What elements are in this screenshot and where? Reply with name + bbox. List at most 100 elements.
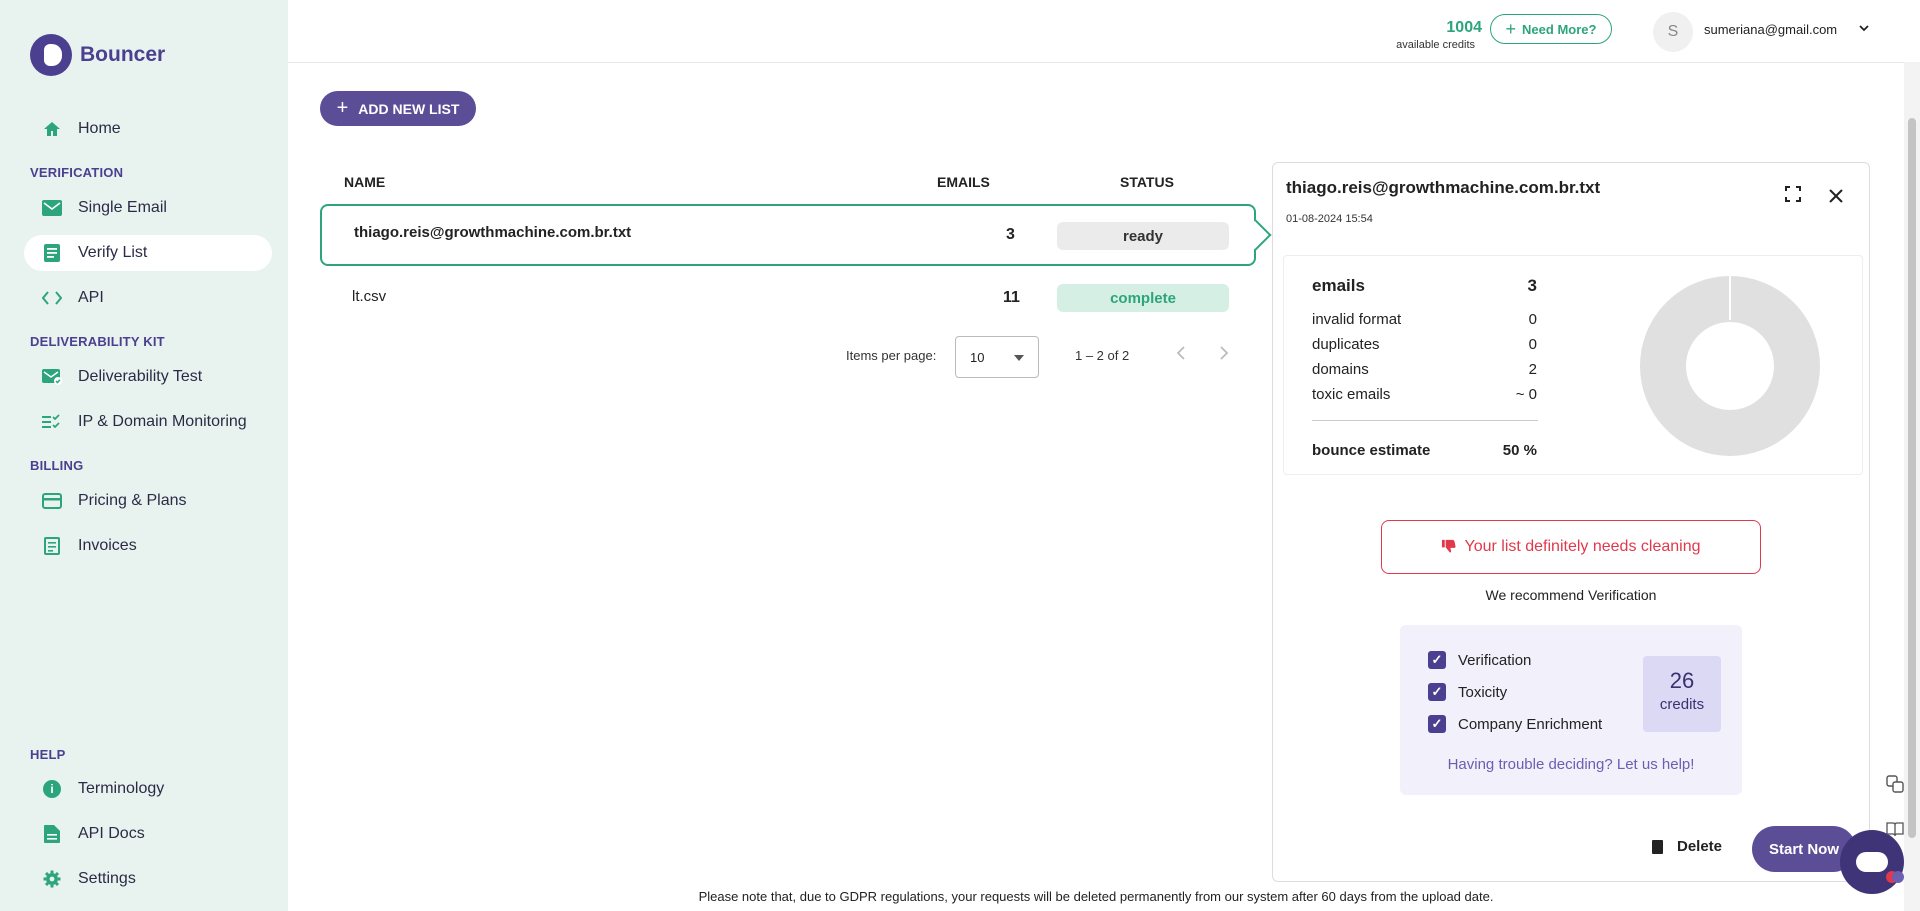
need-more-button[interactable]: + Need More?	[1490, 14, 1612, 44]
receipt-icon	[42, 537, 62, 555]
delete-label: Delete	[1677, 838, 1723, 855]
checkbox-checked-icon[interactable]: ✓	[1428, 651, 1446, 669]
sidebar-item-terminology[interactable]: i Terminology	[24, 771, 272, 807]
sidebar-item-label: Terminology	[78, 780, 165, 797]
row-email-count: 11	[1003, 289, 1020, 306]
cleaning-warning: Your list definitely needs cleaning	[1381, 520, 1761, 574]
close-icon[interactable]	[1828, 184, 1844, 210]
items-per-page-select[interactable]: 10	[955, 336, 1039, 378]
trash-icon	[1652, 839, 1663, 854]
sidebar-item-home[interactable]: Home	[24, 111, 272, 147]
stat-emails: emails 3	[1312, 276, 1537, 296]
translate-icon[interactable]	[1884, 773, 1906, 795]
stat-value: 0	[1528, 336, 1537, 353]
sidebar: Bouncer Home VERIFICATION Single Email V…	[0, 0, 288, 911]
sidebar-item-invoices[interactable]: Invoices	[24, 528, 272, 564]
previous-page-icon[interactable]	[1176, 344, 1186, 365]
stat-value: 0	[1528, 311, 1537, 328]
home-icon	[42, 120, 62, 138]
sidebar-item-label: Deliverability Test	[78, 368, 203, 385]
sidebar-item-label: API	[78, 289, 104, 306]
app-logo[interactable]: Bouncer	[30, 34, 165, 76]
status-badge: ready	[1057, 222, 1229, 250]
items-per-page-label: Items per page:	[846, 348, 937, 363]
credits-label: available credits	[1396, 39, 1475, 51]
option-toxicity[interactable]: ✓ Toxicity	[1428, 683, 1507, 701]
info-icon: i	[42, 780, 62, 798]
caret-down-icon	[1014, 355, 1024, 361]
option-verification[interactable]: ✓ Verification	[1428, 651, 1531, 669]
row-email-count: 3	[1006, 226, 1015, 243]
stat-duplicates: duplicates 0	[1312, 336, 1537, 353]
pagination-range: 1 – 2 of 2	[1075, 348, 1130, 363]
reader-icon[interactable]	[1884, 818, 1906, 840]
sidebar-item-deliverability-test[interactable]: Deliverability Test	[24, 359, 272, 395]
add-new-list-label: ADD NEW LIST	[358, 100, 460, 117]
brain-extension-icon[interactable]	[1884, 866, 1906, 888]
help-deciding-link[interactable]: Having trouble deciding? Let us help!	[1400, 756, 1742, 773]
sidebar-item-label: Invoices	[78, 537, 137, 554]
sidebar-item-single-email[interactable]: Single Email	[24, 190, 272, 226]
sidebar-item-api-docs[interactable]: API Docs	[24, 816, 272, 852]
stats-divider	[1312, 420, 1538, 421]
checkbox-checked-icon[interactable]: ✓	[1428, 683, 1446, 701]
sidebar-item-verify-list[interactable]: Verify List	[24, 235, 272, 271]
row-file-name[interactable]: lt.csv	[352, 288, 386, 305]
expand-icon[interactable]	[1785, 186, 1803, 204]
credits-cost-value: 26	[1669, 668, 1695, 693]
add-new-list-button[interactable]: + ADD NEW LIST	[320, 91, 476, 126]
sidebar-item-label: Single Email	[78, 199, 167, 216]
next-page-icon[interactable]	[1219, 344, 1229, 365]
scrollbar-thumb[interactable]	[1908, 118, 1916, 838]
section-deliverability-kit: DELIVERABILITY KIT	[30, 334, 165, 349]
bounce-donut-chart	[1640, 276, 1820, 456]
column-header-status: STATUS	[1120, 174, 1174, 190]
plus-icon: +	[1505, 18, 1517, 39]
row-file-name[interactable]: thiago.reis@growthmachine.com.br.txt	[354, 224, 631, 241]
gear-icon	[42, 870, 62, 888]
option-label: Company Enrichment	[1458, 715, 1603, 733]
option-company-enrichment[interactable]: ✓ Company Enrichment	[1428, 715, 1602, 733]
bouncer-logo-icon	[30, 34, 72, 76]
panel-date: 01-08-2024 15:54	[1286, 213, 1373, 225]
user-email[interactable]: sumeriana@gmail.com	[1704, 22, 1837, 37]
selection-pointer	[1240, 219, 1272, 251]
stat-label: domains	[1312, 361, 1369, 378]
sidebar-item-api[interactable]: API	[24, 280, 272, 316]
section-billing: BILLING	[30, 458, 84, 473]
envelope-check-icon	[42, 368, 62, 386]
sidebar-item-label: Verify List	[78, 244, 148, 261]
sidebar-item-settings[interactable]: Settings	[24, 861, 272, 897]
section-verification: VERIFICATION	[30, 165, 124, 180]
stat-value: 50 %	[1502, 442, 1537, 459]
option-label: Verification	[1458, 651, 1532, 669]
column-header-name: NAME	[344, 174, 386, 190]
sidebar-item-ip-domain-monitoring[interactable]: IP & Domain Monitoring	[24, 404, 272, 440]
sidebar-item-label: Home	[78, 120, 121, 137]
checkbox-checked-icon[interactable]: ✓	[1428, 715, 1446, 733]
stat-label: emails	[1312, 276, 1365, 295]
status-badge: complete	[1057, 284, 1229, 312]
credits-cost-label: credits	[1659, 696, 1705, 713]
sidebar-item-label: Pricing & Plans	[78, 492, 187, 509]
panel-title: thiago.reis@growthmachine.com.br.txt	[1286, 178, 1601, 197]
list-document-icon	[42, 244, 62, 262]
sidebar-item-pricing[interactable]: Pricing & Plans	[24, 483, 272, 519]
credits-cost-box: 26 credits	[1643, 656, 1721, 732]
plus-icon: +	[336, 97, 349, 119]
stat-label: toxic emails	[1312, 386, 1391, 403]
stat-value: 3	[1527, 276, 1537, 295]
credits-count: 1004	[1446, 19, 1482, 36]
vertical-scrollbar[interactable]	[1904, 62, 1920, 911]
stat-invalid-format: invalid format 0	[1312, 311, 1537, 328]
app-name: Bouncer	[80, 43, 166, 66]
warning-text: Your list definitely needs cleaning	[1464, 538, 1701, 555]
delete-button[interactable]: Delete	[1652, 838, 1722, 855]
stat-value: ~ 0	[1515, 386, 1537, 403]
checklist-icon	[42, 413, 62, 431]
stat-label: invalid format	[1312, 311, 1402, 328]
stat-domains: domains 2	[1312, 361, 1537, 378]
avatar[interactable]: S	[1653, 12, 1693, 52]
chevron-down-icon[interactable]	[1858, 22, 1870, 37]
credit-card-icon	[42, 492, 62, 510]
